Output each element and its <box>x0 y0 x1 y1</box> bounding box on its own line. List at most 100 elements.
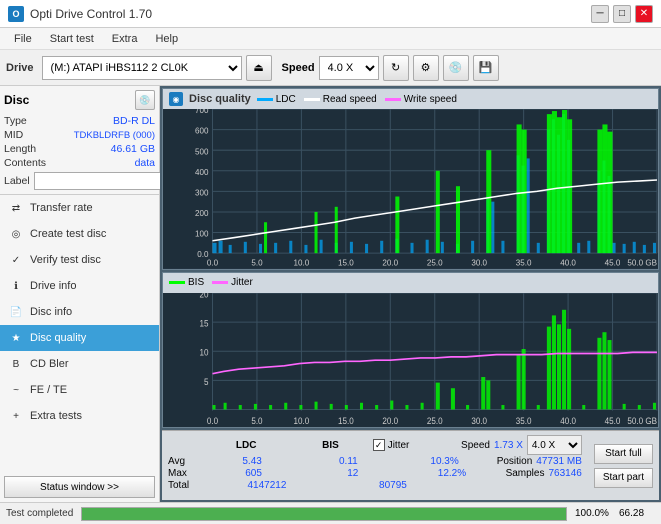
svg-text:20.0: 20.0 <box>382 258 398 267</box>
progress-bar-container <box>81 507 567 521</box>
svg-text:5.0: 5.0 <box>251 415 262 426</box>
legend-jitter-label: Jitter <box>231 277 253 288</box>
start-part-button[interactable]: Start part <box>594 468 653 488</box>
avg-bis: 0.11 <box>300 456 396 467</box>
svg-text:15: 15 <box>199 318 208 329</box>
speed-select-stats[interactable]: 4.0 X <box>527 435 582 455</box>
svg-text:35.0: 35.0 <box>516 258 532 267</box>
sidebar-item-cd-bler-label: CD Bler <box>30 358 69 370</box>
disc-type-value: BD-R DL <box>113 115 155 127</box>
total-bis: 80795 <box>330 480 456 491</box>
save-button[interactable]: 💾 <box>473 55 499 81</box>
svg-text:0.0: 0.0 <box>207 415 218 426</box>
close-button[interactable]: ✕ <box>635 5 653 23</box>
menu-file[interactable]: File <box>6 31 40 47</box>
stats-bis-header: BIS <box>288 440 372 451</box>
legend-bis-label: BIS <box>188 277 204 288</box>
disc-button[interactable]: 💿 <box>443 55 469 81</box>
sidebar-item-transfer-rate-label: Transfer rate <box>30 202 93 214</box>
total-label: Total <box>168 480 204 491</box>
stats-panel: LDC BIS ✓ Jitter Speed 1.73 X 4.0 X Avg … <box>162 430 659 500</box>
progress-percent: 100.0% <box>575 508 611 519</box>
settings-button[interactable]: ⚙ <box>413 55 439 81</box>
disc-mid-value: TDKBLDRFB (000) <box>74 130 155 141</box>
sidebar-item-transfer-rate[interactable]: ⇄ Transfer rate <box>0 195 159 221</box>
refresh-button[interactable]: ↻ <box>383 55 409 81</box>
start-full-button[interactable]: Start full <box>594 444 653 464</box>
svg-text:45.0: 45.0 <box>605 258 621 267</box>
svg-text:15.0: 15.0 <box>338 258 354 267</box>
sidebar-item-extra-tests[interactable]: + Extra tests <box>0 403 159 429</box>
stats-header-row: LDC BIS ✓ Jitter Speed 1.73 X 4.0 X <box>168 435 582 455</box>
read-speed-color <box>304 98 320 101</box>
status-window-button[interactable]: Status window >> <box>4 476 155 498</box>
menu-extra[interactable]: Extra <box>104 31 146 47</box>
sidebar-nav: ⇄ Transfer rate ◎ Create test disc ✓ Ver… <box>0 195 159 472</box>
sidebar-item-drive-info-label: Drive info <box>30 280 76 292</box>
menu-start-test[interactable]: Start test <box>42 31 102 47</box>
legend-write-speed: Write speed <box>385 94 457 105</box>
svg-text:0.0: 0.0 <box>207 258 219 267</box>
svg-text:40.0: 40.0 <box>560 415 576 426</box>
maximize-button[interactable]: □ <box>613 5 631 23</box>
jitter-label: Jitter <box>388 440 410 451</box>
minimize-button[interactable]: ─ <box>591 5 609 23</box>
legend-read-speed: Read speed <box>304 94 377 105</box>
svg-text:30.0: 30.0 <box>471 415 487 426</box>
sidebar-item-fe-te[interactable]: ~ FE / TE <box>0 377 159 403</box>
disc-contents-value: data <box>135 157 155 169</box>
titlebar-left: O Opti Drive Control 1.70 <box>8 6 152 22</box>
disc-label-input[interactable] <box>34 172 172 190</box>
sidebar-item-create-test-disc[interactable]: ◎ Create test disc <box>0 221 159 247</box>
svg-text:40.0: 40.0 <box>560 258 576 267</box>
progress-bar-fill <box>82 508 566 520</box>
verify-test-disc-icon: ✓ <box>8 252 24 268</box>
chart-top-titlebar: ◉ Disc quality LDC Read speed Write spee… <box>163 89 658 109</box>
svg-text:25.0: 25.0 <box>427 258 443 267</box>
disc-mid-row: MID TDKBLDRFB (000) <box>4 128 155 142</box>
fe-te-icon: ~ <box>8 382 24 398</box>
svg-text:5.0: 5.0 <box>251 258 263 267</box>
stats-jitter-header: ✓ Jitter <box>373 439 457 451</box>
drive-info-icon: ℹ <box>8 278 24 294</box>
chart-bottom-area: 20 15 10 5 20% 16% 12% 8% 4% 0.0 5.0 10.… <box>163 293 658 427</box>
avg-label: Avg <box>168 456 204 467</box>
jitter-checkbox[interactable]: ✓ <box>373 439 385 451</box>
sidebar-item-disc-quality[interactable]: ★ Disc quality <box>0 325 159 351</box>
svg-text:400: 400 <box>195 168 209 177</box>
app-icon: O <box>8 6 24 22</box>
speed-select[interactable]: 4.0 X <box>319 56 379 80</box>
sidebar-item-drive-info[interactable]: ℹ Drive info <box>0 273 159 299</box>
max-jitter: 12.2% <box>402 468 501 479</box>
disc-header: Disc 💿 <box>4 90 155 110</box>
main-layout: Disc 💿 Type BD-R DL MID TDKBLDRFB (000) … <box>0 86 661 502</box>
sidebar-item-disc-info[interactable]: 📄 Disc info <box>0 299 159 325</box>
chart-top-area: 700 600 500 400 300 200 100 0.0 18X 16X … <box>163 109 658 269</box>
disc-label-row: Label ✎ <box>4 172 155 190</box>
chart-top-svg: 700 600 500 400 300 200 100 0.0 18X 16X … <box>163 109 658 269</box>
menu-help[interactable]: Help <box>147 31 186 47</box>
drive-selector-group: (M:) ATAPI iHBS112 2 CL0K ⏏ <box>42 55 272 81</box>
legend-ldc: LDC <box>257 94 296 105</box>
disc-icon-btn[interactable]: 💿 <box>135 90 155 110</box>
disc-type-label: Type <box>4 115 27 127</box>
sidebar-item-verify-test-disc[interactable]: ✓ Verify test disc <box>0 247 159 273</box>
avg-jitter: 10.3% <box>396 456 492 467</box>
drive-select[interactable]: (M:) ATAPI iHBS112 2 CL0K <box>42 56 242 80</box>
eject-button[interactable]: ⏏ <box>246 55 272 81</box>
svg-text:10.0: 10.0 <box>294 415 310 426</box>
create-test-disc-icon: ◎ <box>8 226 24 242</box>
max-label: Max <box>168 468 204 479</box>
svg-text:20: 20 <box>199 293 208 300</box>
total-ldc: 4147212 <box>204 480 330 491</box>
cd-bler-icon: B <box>8 356 24 372</box>
disc-contents-label: Contents <box>4 157 46 169</box>
svg-text:5: 5 <box>204 376 209 387</box>
max-ldc: 605 <box>204 468 303 479</box>
position-value: 47731 MB <box>536 456 582 467</box>
svg-text:10.0: 10.0 <box>294 258 310 267</box>
svg-text:200: 200 <box>195 209 209 218</box>
sidebar: Disc 💿 Type BD-R DL MID TDKBLDRFB (000) … <box>0 86 160 502</box>
disc-length-value: 46.61 GB <box>111 143 155 155</box>
sidebar-item-cd-bler[interactable]: B CD Bler <box>0 351 159 377</box>
